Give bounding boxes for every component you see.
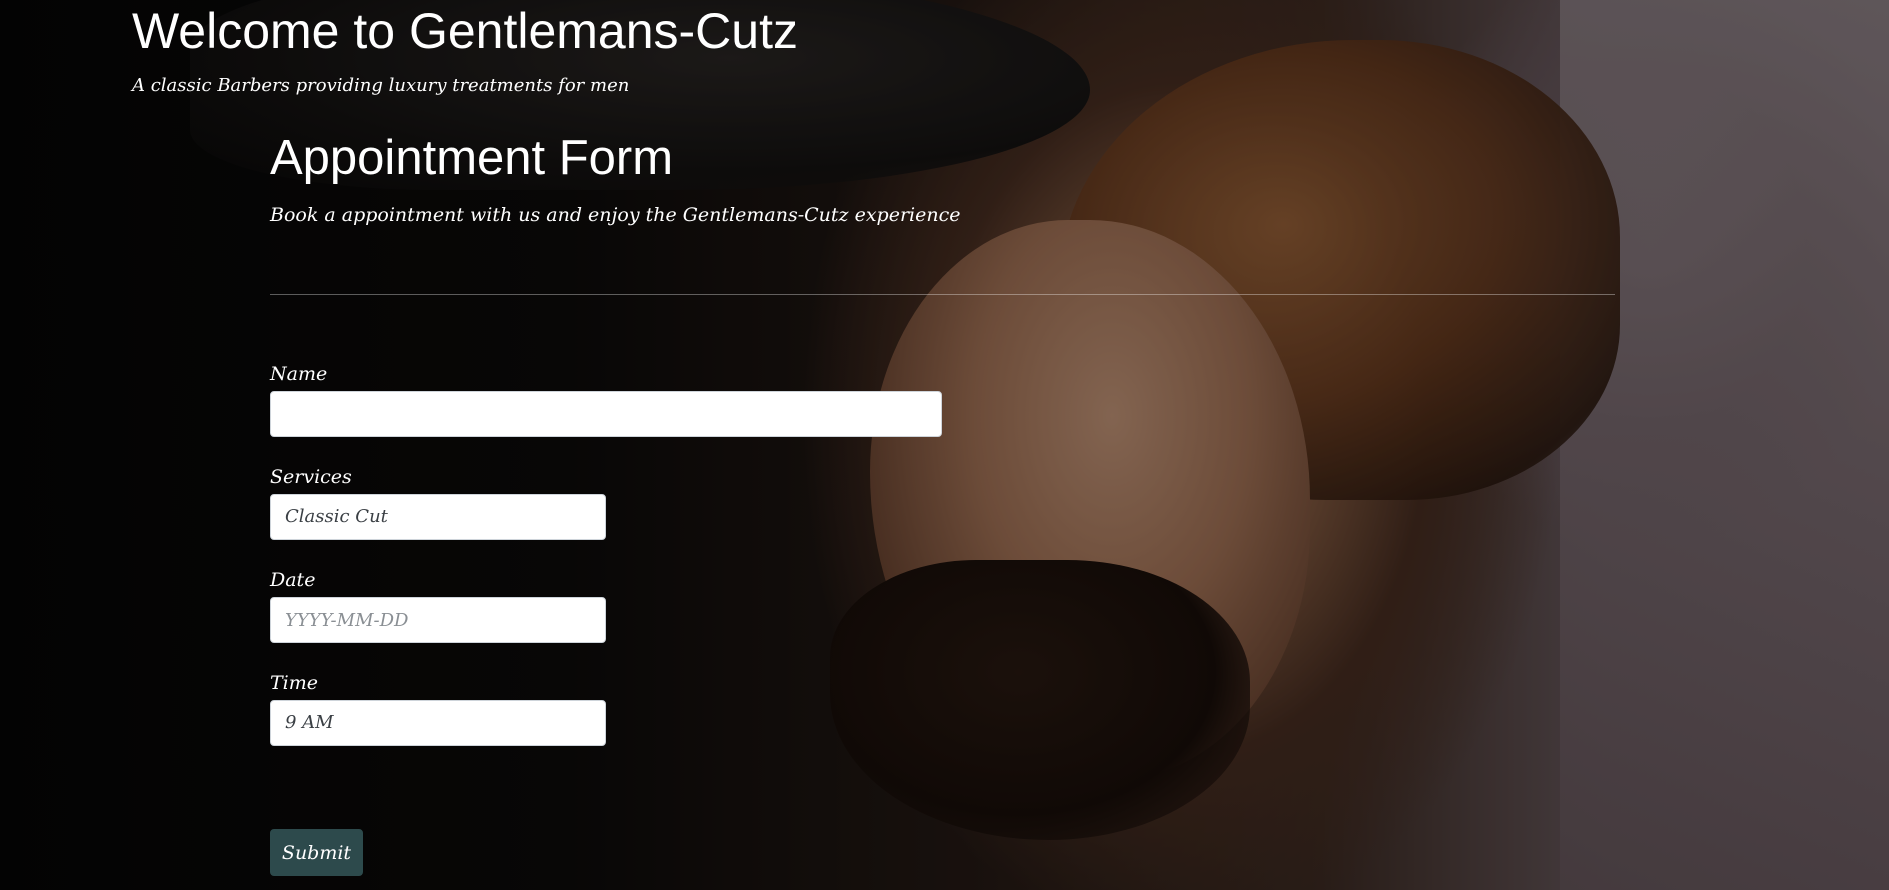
time-label: Time <box>270 672 319 694</box>
date-label: Date <box>270 569 316 591</box>
time-select[interactable]: 9 AM <box>270 700 606 746</box>
site-tagline: A classic Barbers providing luxury treat… <box>132 75 630 96</box>
date-input[interactable] <box>270 597 606 643</box>
services-selected-value: Classic Cut <box>285 506 388 527</box>
name-label: Name <box>270 363 328 385</box>
site-header: Welcome to Gentlemans-Cutz A classic Bar… <box>132 0 798 98</box>
services-label: Services <box>270 466 352 488</box>
submit-button[interactable]: Submit <box>270 829 363 876</box>
site-title: Welcome to Gentlemans-Cutz <box>132 3 798 59</box>
appointment-form: Appointment Form Book a appointment with… <box>270 128 1615 876</box>
form-title: Appointment Form <box>270 131 674 185</box>
form-subtitle: Book a appointment with us and enjoy the… <box>270 204 961 226</box>
name-input[interactable] <box>270 391 942 437</box>
services-select[interactable]: Classic Cut <box>270 494 606 540</box>
form-divider <box>270 294 1615 295</box>
time-selected-value: 9 AM <box>285 712 334 733</box>
